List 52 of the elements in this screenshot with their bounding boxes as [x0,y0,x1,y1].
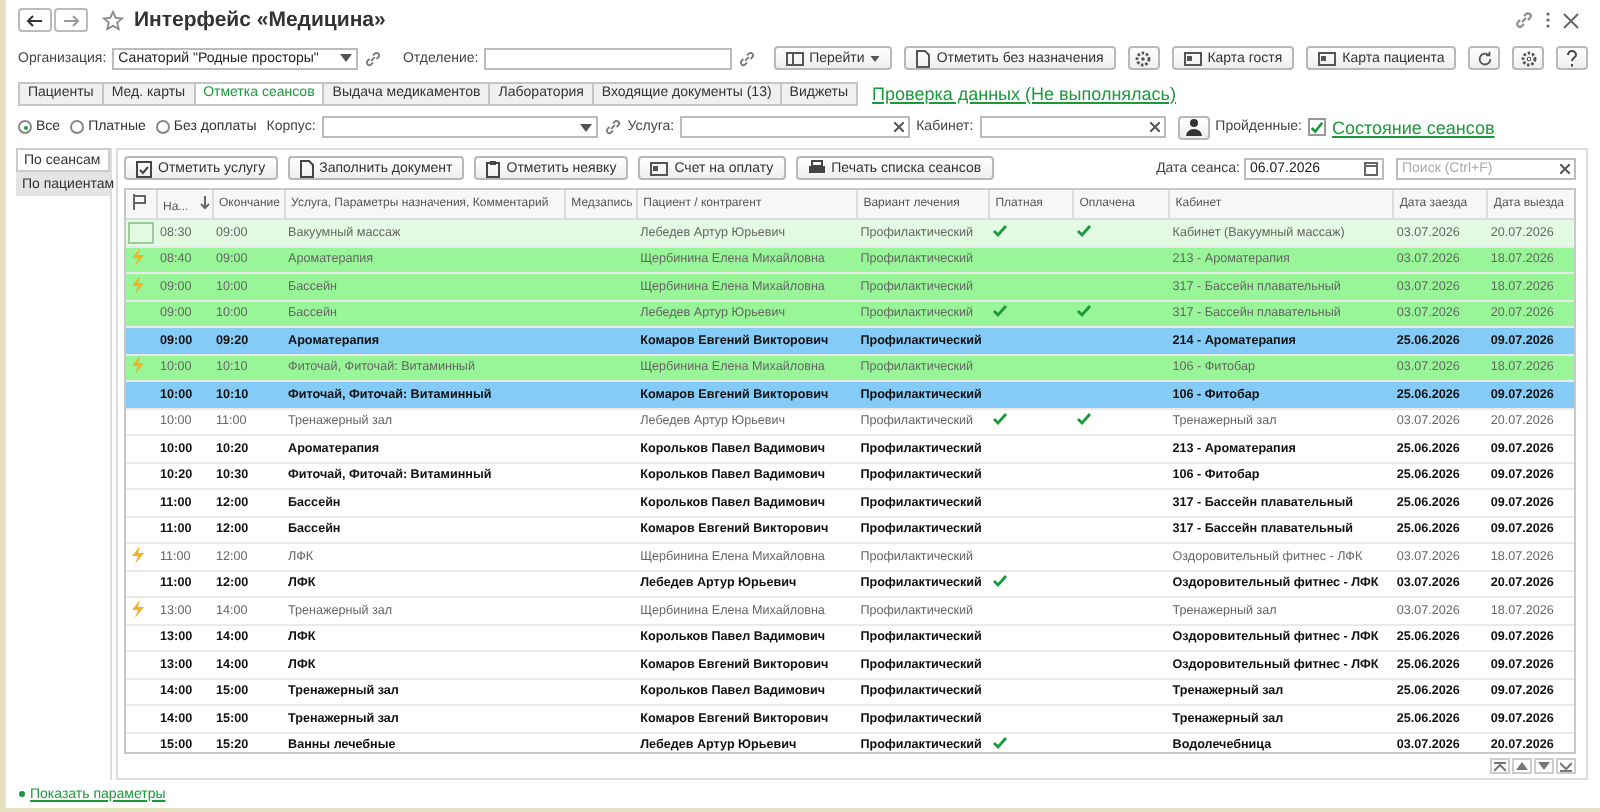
check-data-link[interactable]: Проверка данных (Не выполнялась) [872,83,1176,103]
dropdown-icon[interactable] [579,123,592,131]
caret-icon [870,55,881,61]
document-icon [299,159,314,177]
person-icon [1185,118,1202,136]
last-page-button[interactable] [1556,758,1576,774]
printer-icon [807,160,826,176]
clear-icon[interactable] [894,122,905,132]
window-title: Интерфейс «Медицина» [134,8,386,32]
forward-arrow-icon [62,13,80,27]
person-button[interactable] [1177,115,1210,139]
link-icon[interactable] [603,118,622,136]
column-header[interactable] [126,190,156,219]
card-icon [1183,51,1202,65]
department-field[interactable] [484,47,732,69]
gear-icon [1134,49,1153,67]
sort-down-icon [200,195,211,209]
back-arrow-icon [26,13,44,27]
sessions-state-link[interactable]: Состояние сеансов [1331,117,1495,137]
settings-button[interactable] [1127,46,1160,70]
bullet-icon [18,790,26,798]
building-field[interactable] [321,116,598,138]
document-icon [916,49,931,67]
link-icon[interactable] [1514,10,1534,30]
help-button[interactable] [1556,46,1588,70]
service-field[interactable] [680,116,911,138]
link-icon[interactable] [363,49,381,67]
refresh-button[interactable] [1468,46,1501,70]
close-icon[interactable] [1562,11,1580,29]
panel-icon [785,51,804,65]
page-down-button[interactable] [1534,758,1554,774]
star-icon[interactable] [102,9,124,31]
dropdown-icon[interactable] [339,54,352,62]
clear-icon[interactable] [1560,163,1570,173]
first-page-button[interactable] [1490,758,1510,774]
refresh-icon [1475,49,1494,67]
gear-icon [1519,49,1538,67]
card-icon [1318,51,1337,65]
clear-icon[interactable] [1149,122,1160,132]
link-icon[interactable] [737,49,756,67]
clipboard-icon [486,159,501,177]
page-up-button[interactable] [1512,758,1532,774]
more-icon[interactable] [1544,10,1552,30]
back-button[interactable] [18,8,52,32]
cabinet-field[interactable] [979,116,1166,138]
calendar-icon[interactable] [1364,161,1378,175]
settings-button[interactable] [1512,46,1545,70]
checklist-icon [136,159,152,177]
passed-checkbox[interactable] [1307,118,1326,136]
question-icon [1566,49,1579,67]
flag-icon [132,194,148,210]
card-icon [650,161,669,175]
